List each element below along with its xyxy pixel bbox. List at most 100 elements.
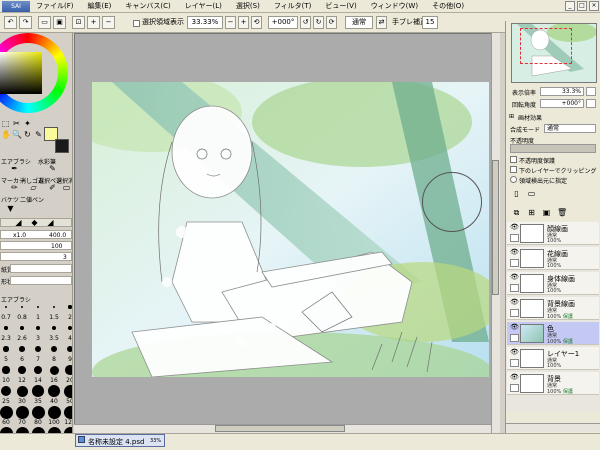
menu-filter[interactable]: フィルタ(T) [274, 1, 312, 11]
visibility-eye-icon[interactable]: 👁 [510, 349, 519, 356]
copy-layer-icon[interactable]: ⧉ [512, 208, 521, 217]
flip-icon[interactable]: ⇄ [376, 16, 387, 29]
brush-size-dot[interactable] [0, 405, 13, 419]
brush-size-dot[interactable] [19, 346, 25, 352]
layer-row[interactable]: 👁 レイヤー1 通常 100% [507, 347, 599, 370]
rotate-right-button[interactable]: ↻ [313, 16, 324, 29]
brush-shape-icon-3[interactable]: ◢ [46, 218, 55, 227]
brush-shape-icon-1[interactable]: ◢ [14, 218, 23, 227]
brush-size-dot[interactable] [65, 365, 72, 375]
layer-row[interactable]: 👁 背景 通常 100% 保護 [507, 372, 599, 395]
brush-size-dot[interactable] [36, 326, 40, 330]
brush-size-dot[interactable] [3, 346, 9, 352]
visibility-eye-icon[interactable]: 👁 [510, 299, 519, 306]
menu-canvas[interactable]: キャンバス(C) [125, 1, 170, 11]
brush-size-dot[interactable] [47, 405, 61, 419]
layer-list-hscroll[interactable] [506, 423, 600, 432]
select-erase-icon[interactable]: ▭ [62, 183, 71, 192]
brush-size-slider[interactable]: x1.0 400.0 [0, 230, 72, 239]
protect-opacity-checkbox[interactable] [510, 156, 517, 163]
color-saturation-square[interactable] [0, 52, 42, 94]
menu-window[interactable]: ウィンドウ(W) [371, 1, 418, 11]
brush-size-dot[interactable] [31, 405, 45, 419]
delete-layer-icon[interactable]: 🗑 [557, 208, 567, 217]
texture-select[interactable] [10, 264, 72, 273]
visibility-eye-icon[interactable]: 👁 [510, 324, 519, 331]
airbrush-icon[interactable]: ✒ [10, 164, 19, 173]
hand-tool-icon[interactable]: ✋ [1, 130, 11, 139]
brush-size-dot[interactable] [66, 345, 72, 353]
visibility-eye-icon[interactable]: 👁 [510, 274, 519, 281]
deselect-button[interactable]: ▭ [38, 16, 51, 29]
invert-selection-button[interactable]: ▣ [53, 16, 66, 29]
zoom-fit-button[interactable]: ⊡ [72, 16, 85, 29]
layer-lock-box[interactable] [510, 359, 519, 367]
merge-layer-icon[interactable]: ⊞ [527, 208, 536, 217]
navigator-viewport-frame[interactable] [520, 28, 572, 64]
menu-layer[interactable]: レイヤー(L) [185, 1, 222, 11]
menu-view[interactable]: ビュー(V) [325, 1, 356, 11]
brush-size-dot[interactable] [33, 365, 43, 375]
zoom-out-icon[interactable]: − [102, 16, 115, 29]
brush-size-dot[interactable] [50, 345, 58, 353]
visibility-eye-icon[interactable]: 👁 [510, 374, 519, 381]
zoom-in-icon[interactable]: + [87, 16, 100, 29]
layer-lock-box[interactable] [510, 234, 519, 242]
show-selection-checkbox[interactable] [133, 20, 140, 27]
navigator-preview[interactable] [511, 23, 597, 83]
effect-expand-icon[interactable]: ⊞ [509, 113, 514, 120]
rotate-tool-icon[interactable]: ↻ [23, 130, 32, 139]
zoom-minus-button[interactable]: − [225, 16, 236, 29]
layer-blend-select[interactable]: 通常 [544, 124, 596, 133]
eyedropper-icon[interactable]: ✎ [34, 130, 43, 139]
rotation-field[interactable]: +000° [268, 16, 298, 29]
visibility-eye-icon[interactable]: 👁 [510, 224, 519, 231]
brush-size-dot[interactable] [16, 385, 28, 397]
brush-size-dot[interactable] [15, 405, 29, 419]
document-tab[interactable]: 名称未設定 4.psd 33% [75, 434, 165, 447]
shape-select[interactable] [10, 276, 72, 285]
zoom-tool-icon[interactable]: 🔍 [12, 130, 22, 139]
nav-angle-button[interactable] [586, 99, 596, 108]
selection-tool-icon[interactable]: ⬚ [1, 119, 10, 128]
brush-size-dot[interactable] [20, 326, 24, 330]
menu-edit[interactable]: 編集(E) [88, 1, 112, 11]
wand-tool-icon[interactable]: ✦ [23, 119, 32, 128]
bucket-icon[interactable]: ▼ [6, 204, 15, 213]
vertical-scroll-thumb[interactable] [492, 160, 499, 295]
zoom-field[interactable]: 33.33% [187, 16, 223, 29]
menu-file[interactable]: ファイル(F) [36, 1, 74, 11]
brush-size-dot[interactable] [63, 384, 72, 398]
eraser-icon[interactable]: ▱ [29, 183, 38, 192]
lasso-tool-icon[interactable]: ✂ [12, 119, 21, 128]
menu-other[interactable]: その他(O) [432, 1, 464, 11]
new-folder-icon[interactable]: ▭ [527, 189, 536, 198]
density-slider[interactable]: 100 [0, 241, 72, 250]
clipping-checkbox[interactable] [510, 166, 517, 173]
visibility-eye-icon[interactable]: 👁 [510, 249, 519, 256]
tool-label-binary-pen[interactable]: 二値ペン [20, 195, 44, 204]
layer-lock-box[interactable] [510, 259, 519, 267]
brush-size-dot[interactable] [18, 366, 26, 374]
marker-icon[interactable]: ✏ [10, 183, 19, 192]
brush-size-dot[interactable] [0, 385, 12, 397]
brush-shape-icon-2[interactable]: ◆ [30, 218, 39, 227]
nav-zoom-button[interactable] [586, 87, 596, 96]
select-pen-icon[interactable]: ✐ [48, 183, 57, 192]
watercolor-icon[interactable]: ✎ [48, 164, 57, 173]
nav-zoom-field[interactable]: 33.3% [540, 87, 584, 96]
new-layer-icon[interactable]: ▯ [512, 189, 521, 198]
layer-lock-box[interactable] [510, 284, 519, 292]
maximize-button[interactable]: □ [577, 1, 587, 11]
brush-size-dot[interactable] [2, 366, 10, 374]
layer-row[interactable]: 👁 色通常 100% 保護 [507, 322, 599, 345]
brush-size-dot[interactable] [47, 384, 61, 398]
brush-size-dot[interactable] [52, 305, 56, 309]
tool-label-bucket[interactable]: バケツ [1, 195, 19, 204]
redo-button[interactable]: ↷ [19, 16, 32, 29]
zoom-reset-button[interactable]: ⟲ [251, 16, 262, 29]
min-size-slider[interactable]: 3 [0, 252, 72, 261]
opacity-slider[interactable] [510, 144, 596, 153]
layer-row[interactable]: 👁 身体線画 通常 100% [507, 272, 599, 295]
layer-lock-box[interactable] [510, 384, 519, 392]
